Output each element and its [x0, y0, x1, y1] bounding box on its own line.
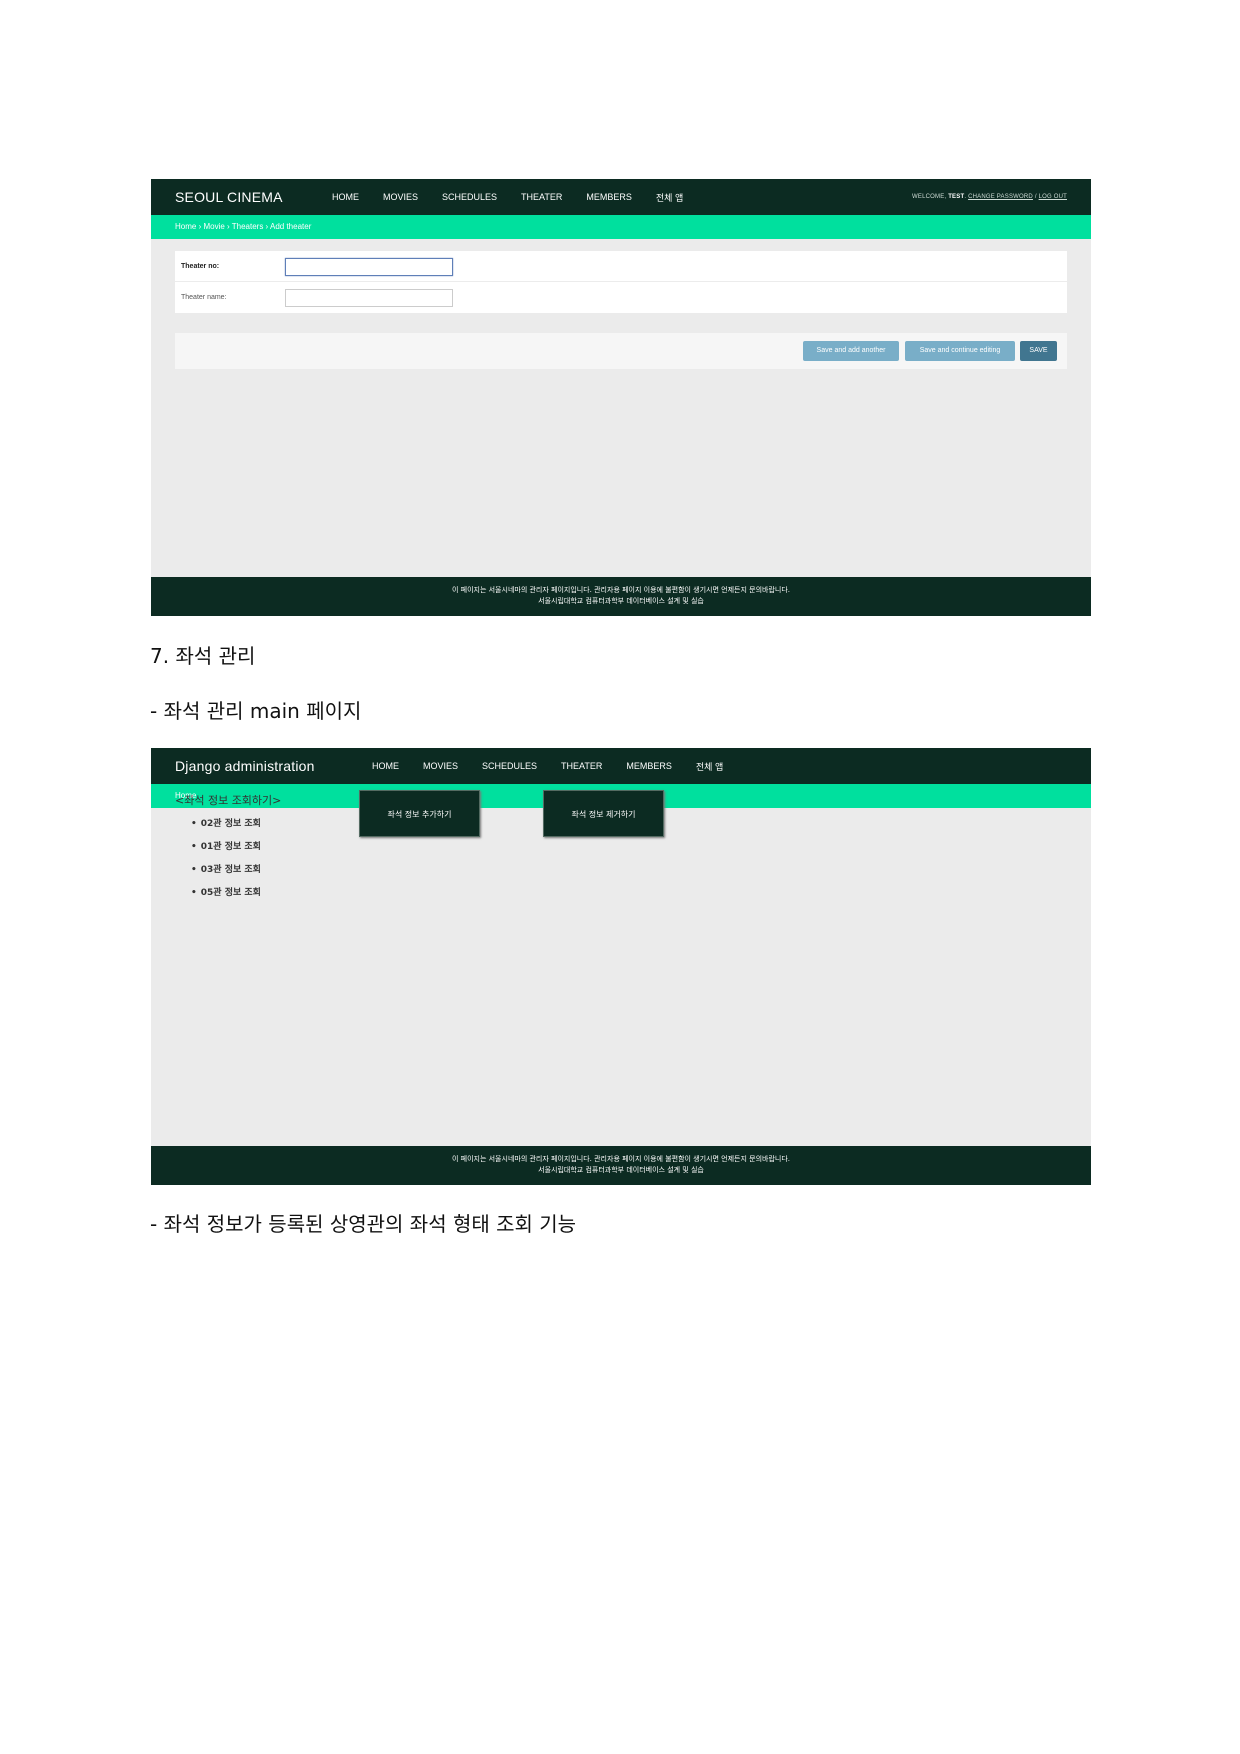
logout-link[interactable]: LOG OUT	[1039, 194, 1067, 200]
nav-movies[interactable]: MOVIES	[423, 761, 458, 771]
seat-view-title: <좌석 정보 조회하기>	[175, 794, 282, 807]
section-heading: 7. 좌석 관리	[150, 644, 256, 668]
welcome-text: WELCOME,	[912, 194, 947, 200]
theater-name-row: Theater name:	[175, 282, 1067, 313]
save-continue-button[interactable]: Save and continue editing	[905, 341, 1015, 361]
seat-theater-list: 02관 정보 조회 01관 정보 조회 03관 정보 조회 05관 정보 조회	[191, 818, 261, 910]
nav-theater[interactable]: THEATER	[561, 761, 602, 771]
remove-seat-button[interactable]: 좌석 정보 제거하기	[543, 790, 664, 837]
breadcrumb-text[interactable]: Home › Movie › Theaters › Add theater	[175, 215, 311, 239]
nav-home[interactable]: HOME	[372, 761, 399, 771]
subsection-seat-view: - 좌석 정보가 등록된 상영관의 좌석 형태 조회 기능	[150, 1212, 577, 1236]
footer-line-1: 이 페이지는 서울시네마의 관리자 페이지입니다. 관리자용 페이지 이용에 불…	[451, 586, 791, 594]
nav-movies[interactable]: MOVIES	[383, 192, 418, 202]
user-tools: WELCOME, TEST. CHANGE PASSWORD / LOG OUT	[912, 194, 1067, 200]
theater-form: Theater no: Theater name:	[175, 251, 1067, 313]
theater-no-input[interactable]	[285, 258, 453, 276]
seat-item-01[interactable]: 01관 정보 조회	[191, 841, 261, 864]
user-tools-separator: /	[1034, 194, 1037, 200]
nav-all-apps[interactable]: 전체 앱	[696, 760, 723, 773]
footer-line-2: 서울시립대학교 컴퓨터과학부 데이터베이스 설계 및 실습	[538, 597, 704, 605]
nav-schedules[interactable]: SCHEDULES	[442, 192, 497, 202]
username: TEST	[948, 194, 965, 200]
footer-line-1: 이 페이지는 서울시네마의 관리자 페이지입니다. 관리자용 페이지 이용에 불…	[451, 1155, 791, 1163]
breadcrumb: Home › Movie › Theaters › Add theater	[151, 215, 1091, 239]
subsection-main-page: - 좌석 관리 main 페이지	[150, 699, 362, 723]
nav-all-apps[interactable]: 전체 앱	[656, 191, 683, 204]
theater-no-row: Theater no:	[175, 251, 1067, 282]
add-seat-button[interactable]: 좌석 정보 추가하기	[359, 790, 480, 837]
nav-members[interactable]: MEMBERS	[626, 761, 672, 771]
theater-no-label: Theater no:	[181, 263, 220, 270]
nav-home[interactable]: HOME	[332, 192, 359, 202]
seat-item-05[interactable]: 05관 정보 조회	[191, 887, 261, 910]
nav-schedules[interactable]: SCHEDULES	[482, 761, 537, 771]
theater-name-input[interactable]	[285, 289, 453, 307]
theater-name-label: Theater name:	[181, 294, 227, 301]
add-theater-screenshot: SEOUL CINEMA HOME MOVIES SCHEDULES THEAT…	[151, 179, 1091, 616]
save-button[interactable]: SAVE	[1020, 341, 1057, 361]
admin-footer: 이 페이지는 서울시네마의 관리자 페이지입니다. 관리자용 페이지 이용에 불…	[151, 577, 1091, 616]
site-brand[interactable]: SEOUL CINEMA	[175, 179, 283, 215]
admin-header: Django administration HOME MOVIES SCHEDU…	[151, 748, 1091, 784]
seat-item-02[interactable]: 02관 정보 조회	[191, 818, 261, 841]
nav-theater[interactable]: THEATER	[521, 192, 562, 202]
change-password-link[interactable]: CHANGE PASSWORD	[968, 194, 1033, 200]
save-add-another-button[interactable]: Save and add another	[803, 341, 899, 361]
main-nav: HOME MOVIES SCHEDULES THEATER MEMBERS 전체…	[372, 748, 747, 784]
footer-line-2: 서울시립대학교 컴퓨터과학부 데이터베이스 설계 및 실습	[538, 1166, 704, 1174]
submit-row: Save and add another Save and continue e…	[175, 333, 1067, 369]
admin-header: SEOUL CINEMA HOME MOVIES SCHEDULES THEAT…	[151, 179, 1091, 215]
nav-members[interactable]: MEMBERS	[586, 192, 632, 202]
site-brand[interactable]: Django administration	[175, 748, 315, 784]
seat-management-screenshot: Django administration HOME MOVIES SCHEDU…	[151, 748, 1091, 1185]
main-nav: HOME MOVIES SCHEDULES THEATER MEMBERS 전체…	[332, 179, 707, 215]
seat-item-03[interactable]: 03관 정보 조회	[191, 864, 261, 887]
admin-footer: 이 페이지는 서울시네마의 관리자 페이지입니다. 관리자용 페이지 이용에 불…	[151, 1146, 1091, 1185]
